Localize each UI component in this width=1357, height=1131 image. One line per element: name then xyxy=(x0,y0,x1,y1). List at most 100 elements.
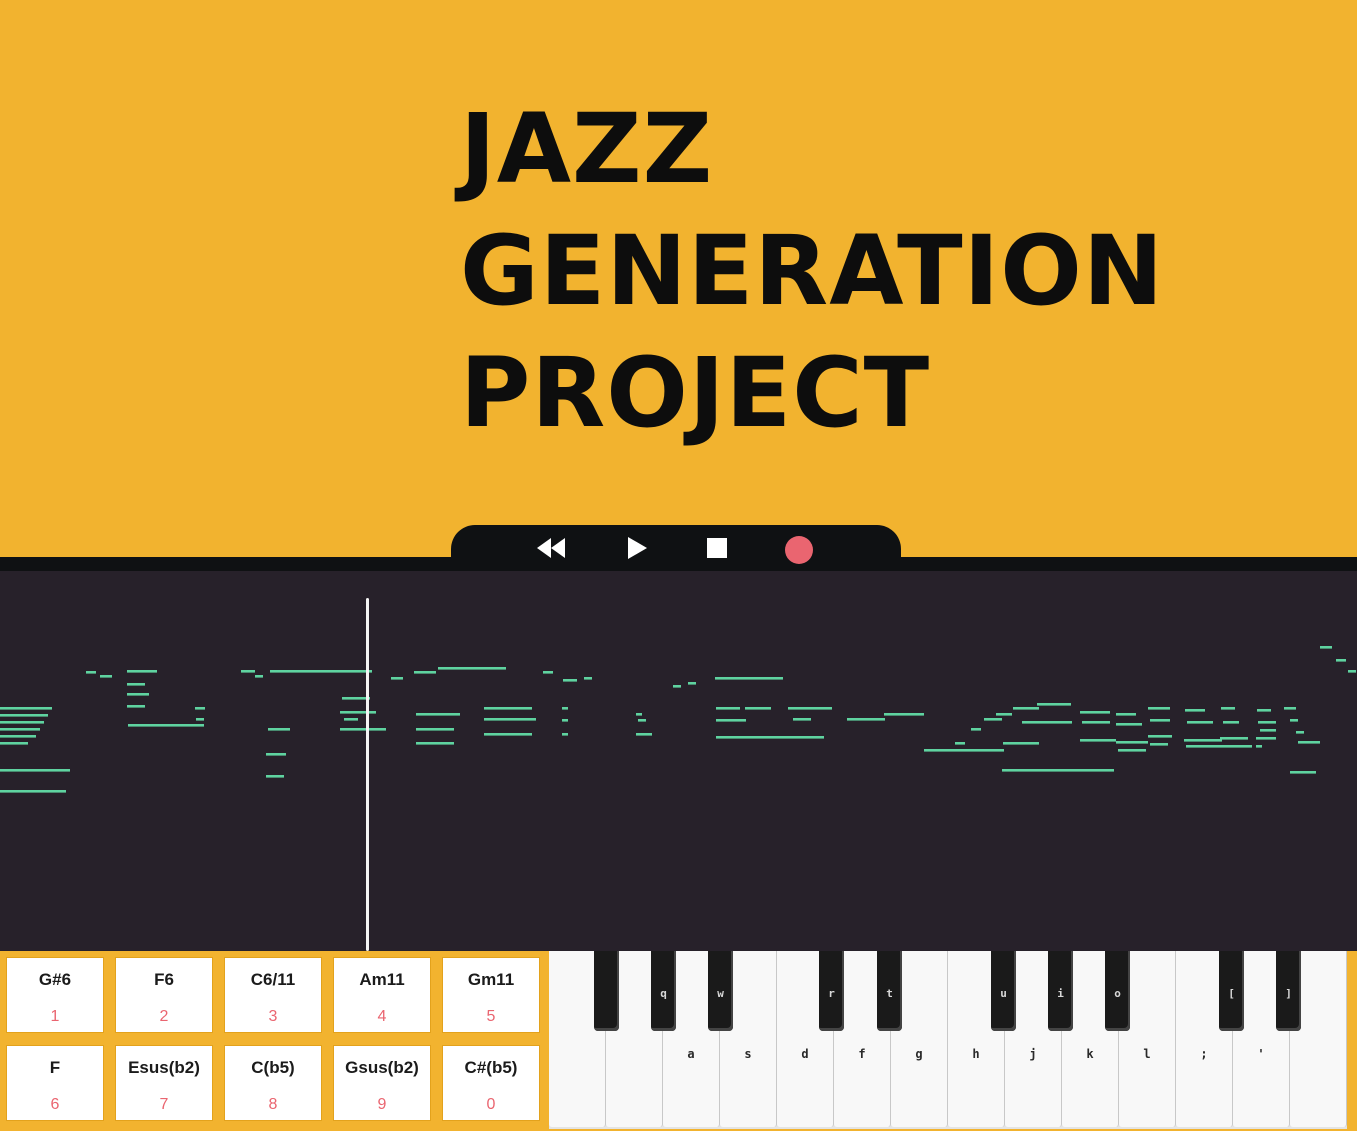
chord-pad[interactable]: C6/11 3 xyxy=(224,957,322,1033)
note-bar xyxy=(255,675,263,678)
note-bar xyxy=(1148,707,1170,710)
chord-pad-shortcut: 7 xyxy=(159,1096,169,1113)
black-key-label: w xyxy=(717,987,724,1000)
note-bar xyxy=(673,685,681,688)
piano-roll[interactable] xyxy=(0,571,1357,951)
chord-pad-label: Gsus(b2) xyxy=(345,1058,419,1077)
white-key-label: a xyxy=(687,1047,695,1061)
note-bar xyxy=(1257,709,1271,712)
note-bar xyxy=(1003,742,1039,745)
note-bar xyxy=(1013,707,1039,710)
note-bar xyxy=(484,718,536,721)
note-bar xyxy=(270,670,372,673)
header-banner: JAZZ GENERATION PROJECT xyxy=(0,0,1357,558)
white-key-label: ' xyxy=(1257,1047,1265,1061)
black-key[interactable]: u xyxy=(991,951,1016,1031)
note-bar xyxy=(1184,739,1222,742)
note-bar xyxy=(1290,719,1298,722)
rewind-button[interactable] xyxy=(535,536,565,560)
chord-pad-shortcut: 2 xyxy=(159,1008,169,1025)
note-bar xyxy=(884,713,924,716)
note-bar xyxy=(344,718,358,721)
black-key[interactable]: q xyxy=(651,951,676,1031)
note-bar xyxy=(484,733,532,736)
page-title: JAZZ GENERATION PROJECT xyxy=(460,88,1164,454)
play-button[interactable] xyxy=(625,536,651,560)
stop-button[interactable] xyxy=(705,536,731,560)
note-bar xyxy=(127,705,145,708)
note-bar xyxy=(1290,771,1316,774)
black-key[interactable]: o xyxy=(1105,951,1130,1031)
note-bar xyxy=(1258,721,1276,724)
note-bar xyxy=(1296,731,1304,734)
note-bar xyxy=(416,713,460,716)
note-bar xyxy=(716,707,740,710)
record-button[interactable] xyxy=(784,535,814,565)
note-bar xyxy=(1116,713,1136,716)
note-bar xyxy=(195,707,205,710)
black-key[interactable] xyxy=(594,951,619,1031)
note-bar xyxy=(1222,745,1252,748)
rewind-icon xyxy=(537,538,565,558)
note-bar xyxy=(127,670,157,673)
black-key[interactable]: t xyxy=(877,951,902,1031)
note-bar xyxy=(127,683,145,686)
note-bar xyxy=(971,728,981,731)
note-bar xyxy=(241,670,255,673)
black-key[interactable]: w xyxy=(708,951,733,1031)
black-key-label: [ xyxy=(1228,987,1235,1000)
chord-pad-shortcut: 4 xyxy=(377,1008,387,1025)
note-bar xyxy=(1348,670,1356,673)
note-bar xyxy=(127,693,149,696)
chord-pad[interactable]: Gsus(b2) 9 xyxy=(333,1045,431,1121)
note-bar xyxy=(0,735,36,738)
note-bar xyxy=(1080,711,1110,714)
note-bar xyxy=(0,721,44,724)
black-key-label: r xyxy=(828,987,835,1000)
note-bar xyxy=(438,667,506,670)
chord-pad-label: Esus(b2) xyxy=(128,1058,200,1077)
white-key-label: s xyxy=(744,1047,752,1061)
chord-pad[interactable]: Gm11 5 xyxy=(442,957,540,1033)
chord-pad[interactable]: Am11 4 xyxy=(333,957,431,1033)
note-bar xyxy=(1223,721,1239,724)
chord-pad-label: G#6 xyxy=(38,970,72,989)
note-bar xyxy=(1187,721,1213,724)
chord-pad[interactable]: F6 xyxy=(6,1045,104,1121)
note-bar xyxy=(715,677,783,680)
note-bar xyxy=(0,790,66,793)
note-bar xyxy=(128,724,204,727)
chord-pad-label: C6/11 xyxy=(250,970,296,989)
note-bar xyxy=(1002,769,1114,772)
chord-pad[interactable]: Esus(b2) 7 xyxy=(115,1045,213,1121)
black-key[interactable]: ] xyxy=(1276,951,1301,1031)
black-key-label: i xyxy=(1057,987,1064,1000)
chord-pad[interactable]: G#6 1 xyxy=(6,957,104,1033)
black-key[interactable]: i xyxy=(1048,951,1073,1031)
note-bar xyxy=(955,742,965,745)
title-line-2: GENERATION xyxy=(460,215,1165,327)
black-key[interactable]: r xyxy=(819,951,844,1031)
chord-pad-label: C(b5) xyxy=(251,1058,295,1077)
chord-pad[interactable]: C(b5) 8 xyxy=(224,1045,322,1121)
note-bar xyxy=(562,707,568,710)
black-key[interactable]: [ xyxy=(1219,951,1244,1031)
note-bar xyxy=(1185,709,1205,712)
white-key-label: f xyxy=(858,1047,866,1061)
chord-pad[interactable]: F6 2 xyxy=(115,957,213,1033)
title-line-3: PROJECT xyxy=(460,337,931,449)
note-bar xyxy=(1220,737,1248,740)
note-bar xyxy=(924,749,1004,752)
playhead[interactable] xyxy=(366,598,369,951)
chord-pad-shortcut: 8 xyxy=(268,1096,278,1113)
note-bar xyxy=(414,671,436,674)
note-bar xyxy=(1037,703,1071,706)
note-bar xyxy=(562,719,568,722)
note-bar xyxy=(0,742,28,745)
black-key-label: o xyxy=(1114,987,1121,1000)
note-bar xyxy=(266,753,286,756)
chord-pad-shortcut: 1 xyxy=(50,1008,60,1025)
chord-pad[interactable]: C#(b5) 0 xyxy=(442,1045,540,1121)
controls-area: G#6 1 F6 2 C6/11 3 Am11 4 Gm11 5 F 6 Esus(b2) 7 C(b5) 8… xyxy=(0,951,1357,1131)
note-bar xyxy=(1082,721,1110,724)
